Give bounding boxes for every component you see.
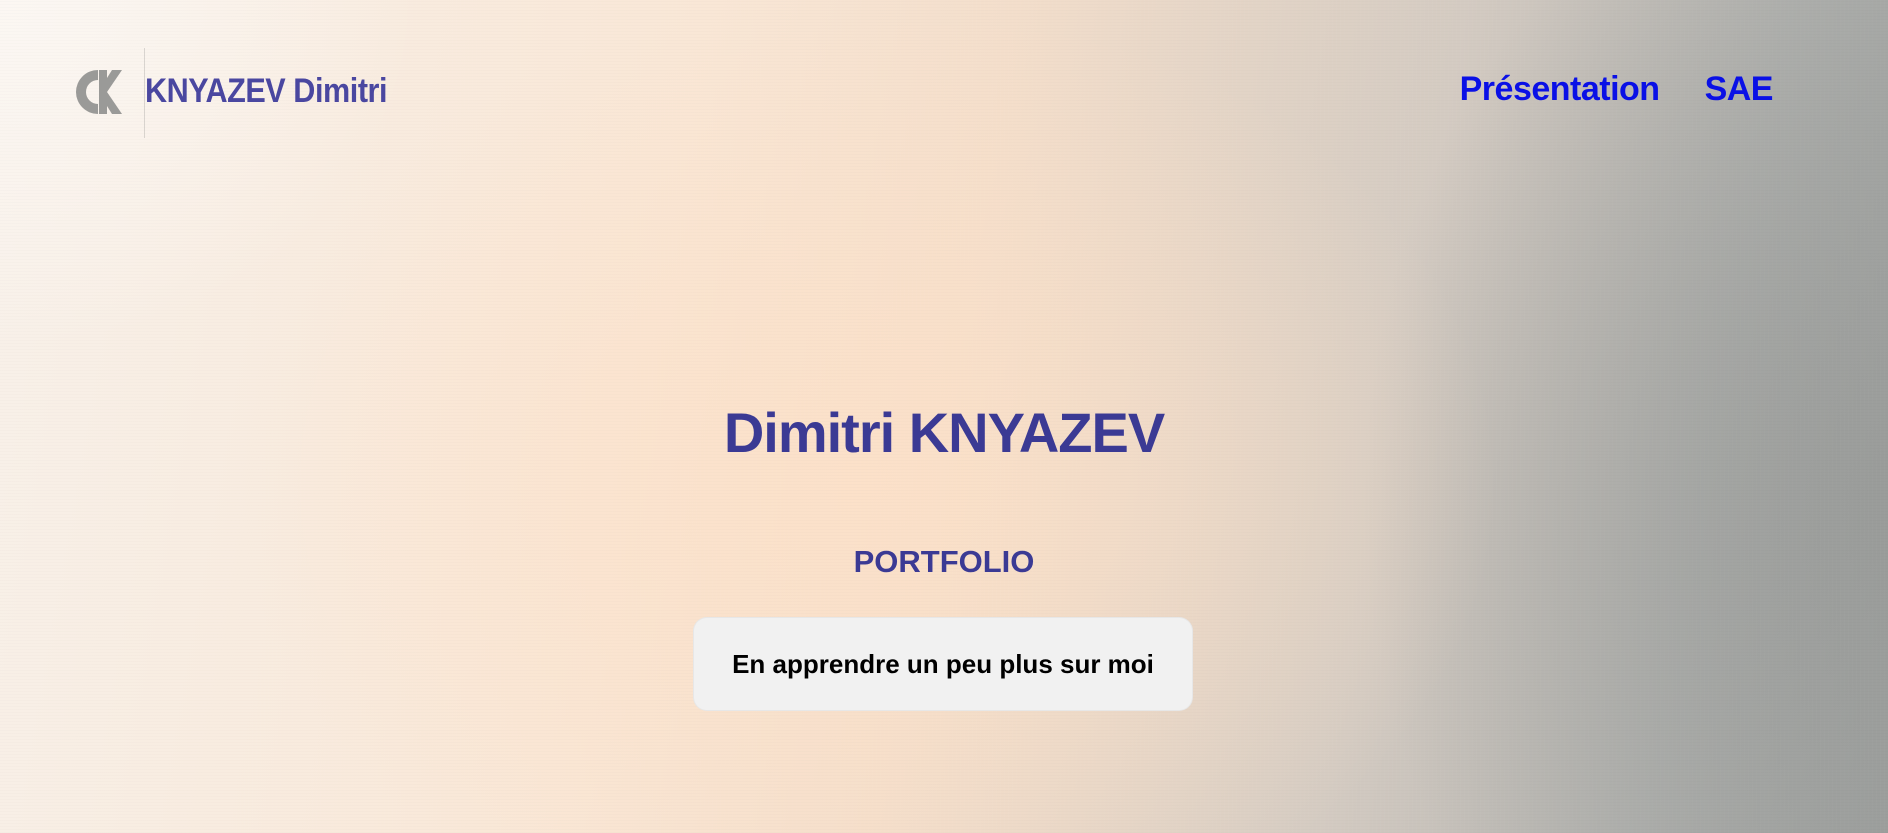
learn-more-button[interactable]: En apprendre un peu plus sur moi: [693, 617, 1193, 711]
hero-subtitle: PORTFOLIO: [853, 544, 1035, 579]
hero-title: Dimitri KNYAZEV: [723, 401, 1165, 464]
hero-section: Dimitri KNYAZEV PORTFOLIO En apprendre u…: [0, 0, 1888, 833]
